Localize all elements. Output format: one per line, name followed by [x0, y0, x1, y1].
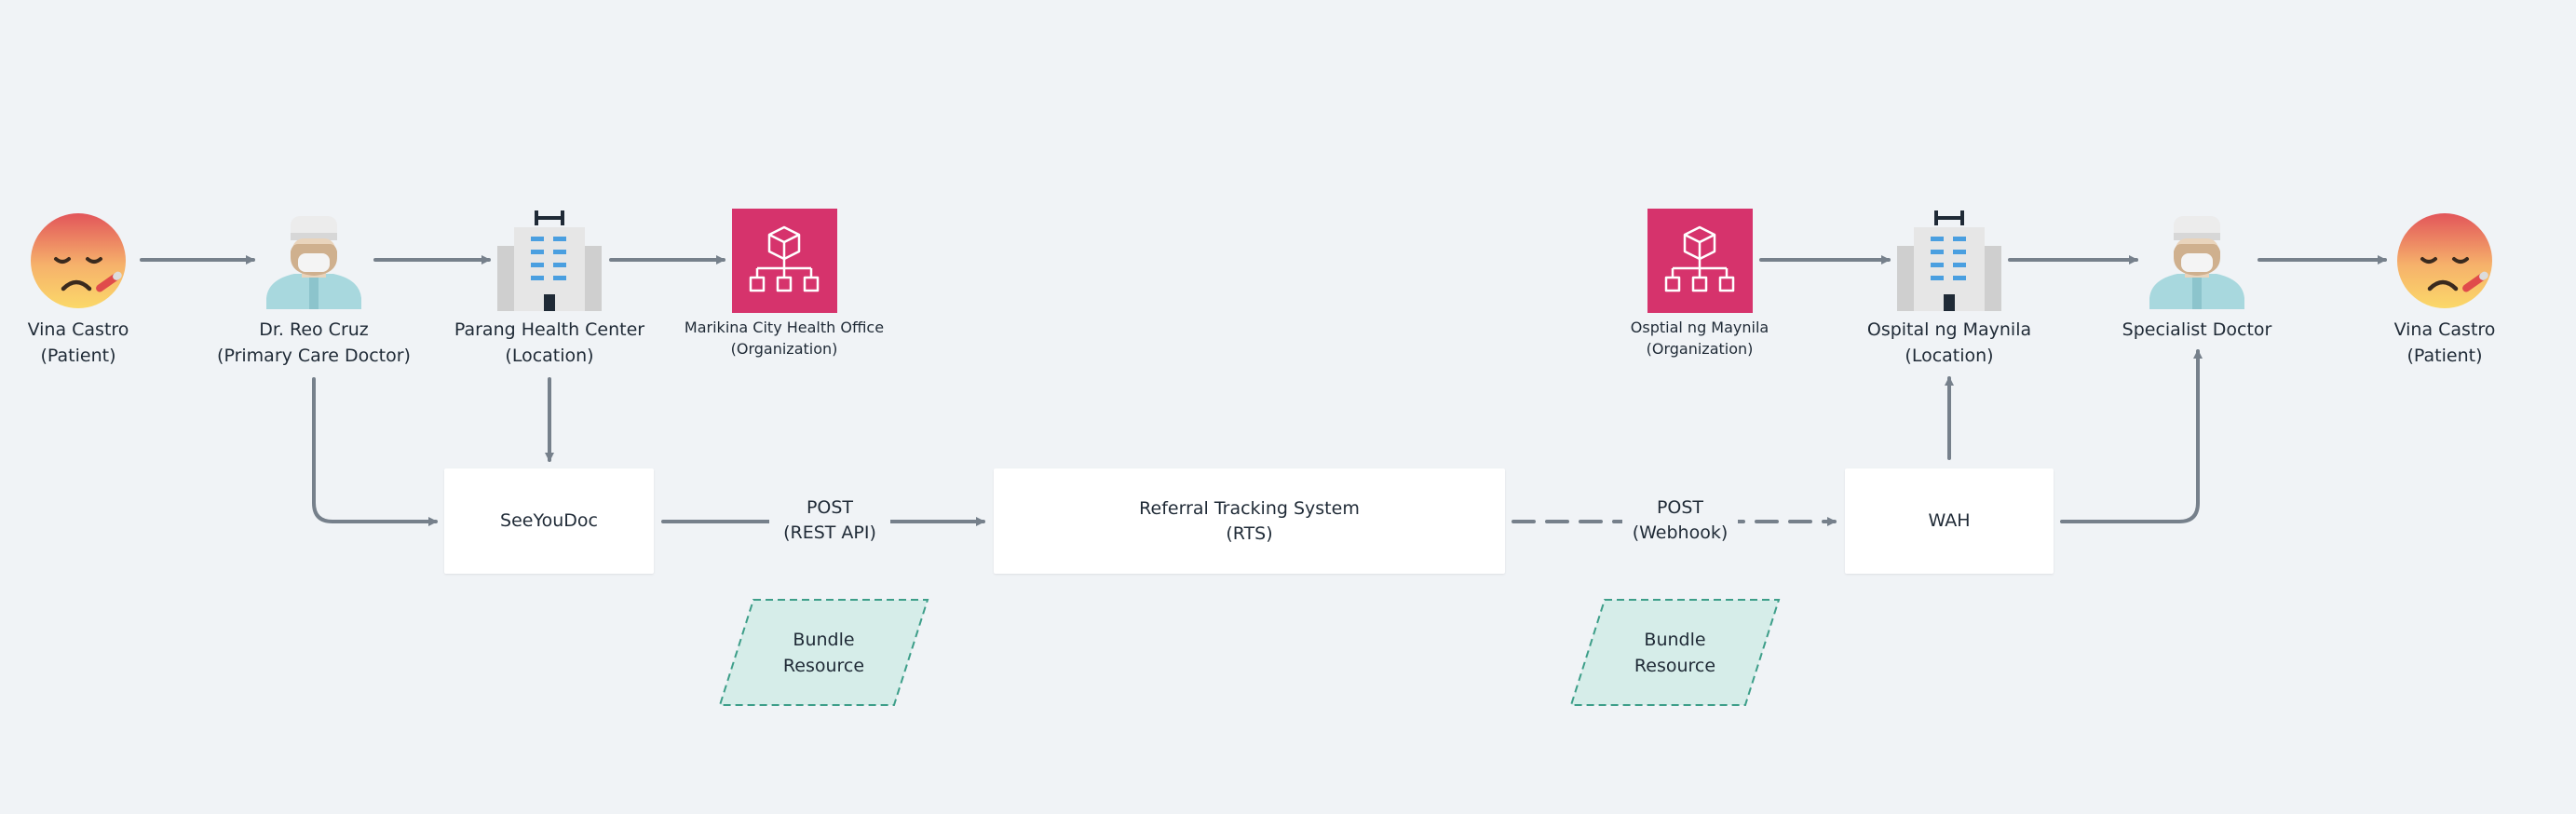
marikina-org-name: Marikina City Health Office — [684, 319, 885, 336]
maynila-location-type: (Location) — [1905, 346, 1994, 366]
post-webhook-type: (Webhook) — [1632, 522, 1729, 543]
sick-patient-icon — [31, 213, 126, 308]
bundle-right-line2: Resource — [1634, 655, 1716, 676]
bundle-resource-right-label: Bundle Resource — [1569, 598, 1781, 707]
marikina-org-type: (Organization) — [730, 340, 838, 358]
post-rest-method: POST — [806, 497, 854, 518]
primary-doctor-label: Dr. Reo Cruz (Primary Care Doctor) — [202, 317, 426, 369]
organization-icon — [1647, 209, 1753, 313]
maynila-org-label: Osptial ng Maynila (Organization) — [1588, 317, 1811, 360]
referral-flow-diagram: Vina Castro (Patient) Dr. Reo Cruz (Prim… — [0, 0, 2576, 814]
maynila-org-type: (Organization) — [1646, 340, 1754, 358]
marikina-org-label: Marikina City Health Office (Organizatio… — [672, 317, 896, 360]
arrow-doctor-to-seeyoudoc — [312, 377, 438, 526]
wah-system-box[interactable]: WAH — [1845, 468, 2054, 574]
seeyoudoc-label: SeeYouDoc — [500, 510, 598, 531]
arrow-wah-to-specialist — [2060, 349, 2203, 523]
doctor-icon — [2149, 216, 2244, 309]
post-webhook-label: POST (Webhook) — [1622, 495, 1738, 546]
bundle-left-line1: Bundle — [793, 629, 855, 650]
maynila-org-name: Osptial ng Maynila — [1630, 319, 1769, 336]
patient-right-label: Vina Castro (Patient) — [2366, 317, 2523, 369]
rts-label: Referral Tracking System — [1139, 497, 1360, 519]
hospital-icon — [1897, 210, 2001, 311]
patient-right-role: (Patient) — [2407, 346, 2483, 366]
rts-system-box[interactable]: Referral Tracking System (RTS) — [994, 468, 1505, 574]
patient-left-name: Vina Castro — [27, 319, 129, 340]
patient-right-name: Vina Castro — [2393, 319, 2496, 340]
connector-layer — [140, 255, 2387, 526]
parang-location-type: (Location) — [505, 346, 594, 366]
specialist-label: Specialist Doctor — [2085, 317, 2309, 343]
bundle-resource-left-label: Bundle Resource — [718, 598, 929, 707]
parang-location-label: Parang Health Center (Location) — [438, 317, 661, 369]
specialist-name: Specialist Doctor — [2122, 319, 2272, 340]
maynila-location-label: Ospital ng Maynila (Location) — [1837, 317, 2061, 369]
seeyoudoc-system-box[interactable]: SeeYouDoc — [444, 468, 654, 574]
bundle-right-line1: Bundle — [1644, 629, 1706, 650]
patient-left-label: Vina Castro (Patient) — [0, 317, 156, 369]
post-rest-type: (REST API) — [783, 522, 876, 543]
rts-abbrev: (RTS) — [1226, 522, 1273, 544]
wah-label: WAH — [1928, 510, 1971, 531]
organization-icon — [732, 209, 837, 313]
primary-doctor-role: (Primary Care Doctor) — [217, 346, 411, 366]
primary-doctor-name: Dr. Reo Cruz — [259, 319, 369, 340]
parang-location-name: Parang Health Center — [454, 319, 645, 340]
post-rest-api-label: POST (REST API) — [769, 495, 890, 546]
sick-patient-icon — [2397, 213, 2492, 308]
maynila-location-name: Ospital ng Maynila — [1866, 319, 2032, 340]
hospital-icon — [497, 210, 602, 311]
doctor-icon — [266, 216, 361, 309]
patient-left-role: (Patient) — [40, 346, 116, 366]
bundle-left-line2: Resource — [782, 655, 865, 676]
post-webhook-method: POST — [1656, 497, 1704, 518]
